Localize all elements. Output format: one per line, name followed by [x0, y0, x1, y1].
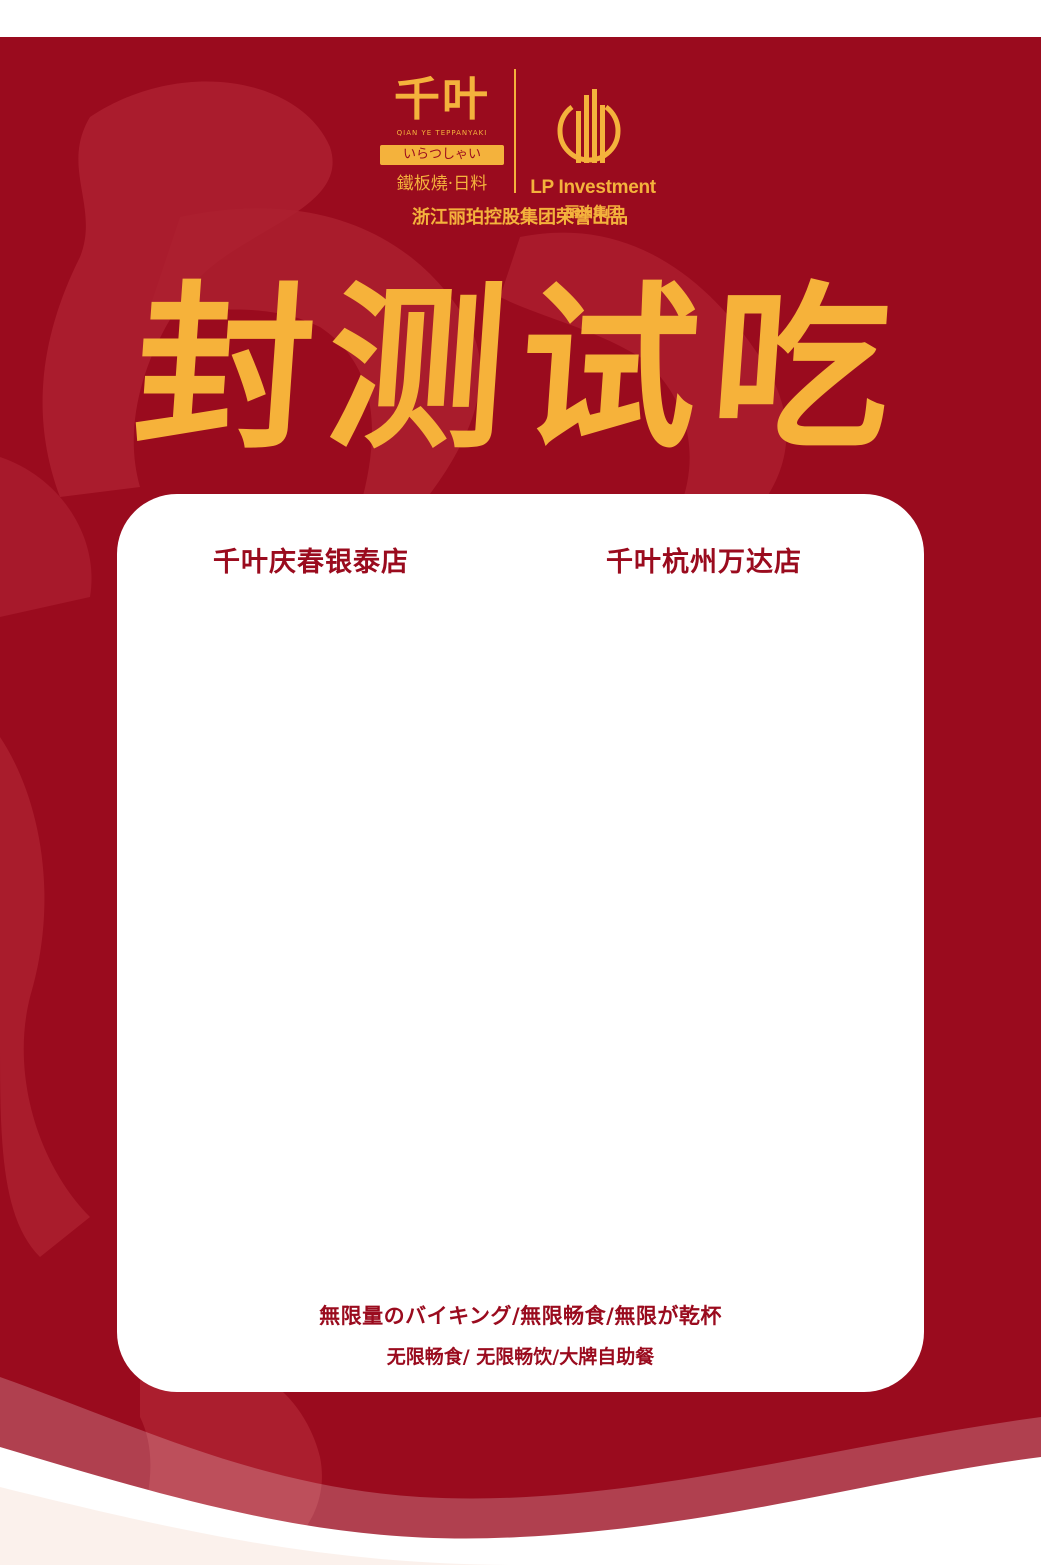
bottom-wave-decoration — [0, 1377, 1041, 1565]
qianye-logo-english: QIAN YE TEPPANYAKI — [396, 129, 488, 137]
lp-investment-name: LP Investment — [530, 177, 656, 198]
qianye-logo-subtitle: 鐵板燒·日料 — [396, 174, 488, 194]
white-content-panel: 千叶庆春银泰店 千叶杭州万达店 無限量のバイキング/無限畅食/無限が乾杯 无限畅… — [117, 494, 924, 1392]
tagline: 浙江丽珀控股集团荣誉出品 — [412, 207, 628, 228]
slogan-japanese: 無限量のバイキング/無限畅食/無限が乾杯 — [319, 1304, 722, 1328]
logo-divider — [514, 69, 516, 193]
qianye-logo-text: 千叶 — [394, 72, 490, 126]
poster-background: 千叶 QIAN YE TEPPANYAKI いらつしゃい 鐵板燒·日料 LP I… — [0, 37, 1041, 1565]
store-name-left: 千叶庆春银泰店 — [213, 547, 409, 578]
headline-title: 封测试吃 — [128, 264, 912, 473]
building-arch-logo-icon — [557, 89, 621, 163]
qianye-logo-japanese: いらつしゃい — [380, 145, 504, 165]
store-name-right: 千叶杭州万达店 — [606, 547, 802, 578]
